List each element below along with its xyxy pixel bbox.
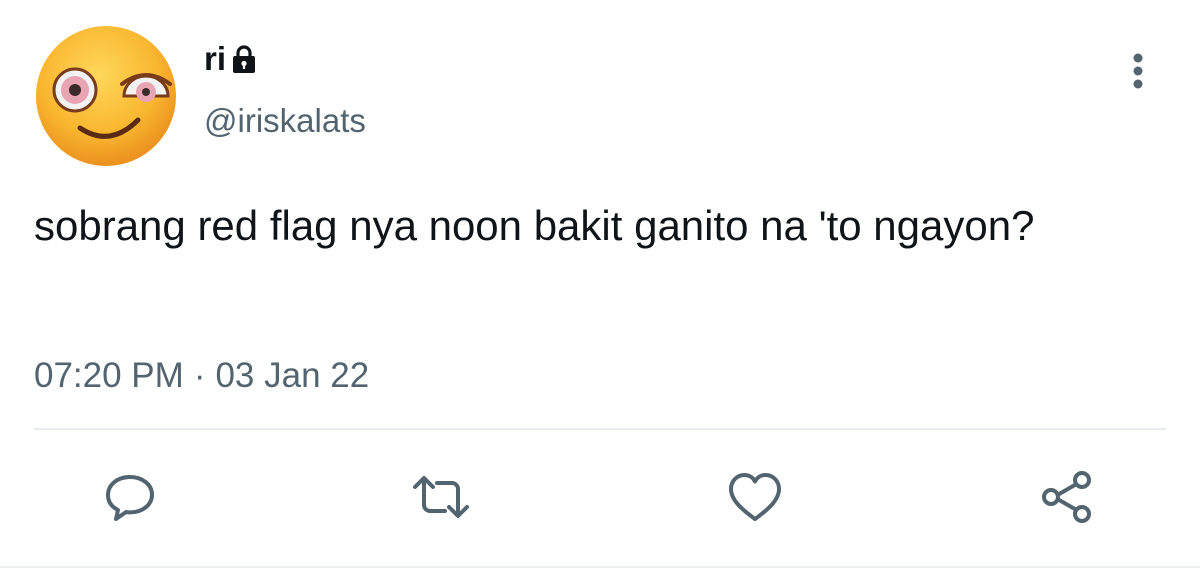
retweet-arrows-icon [413, 476, 469, 518]
avatar[interactable] [34, 24, 178, 168]
heart-icon [729, 473, 781, 521]
lock-icon [233, 45, 256, 73]
user-handle[interactable]: @iriskalats [204, 102, 366, 140]
display-name[interactable]: ri [204, 40, 226, 78]
tweet-text: sobrang red flag nya noon bakit ganito n… [34, 202, 1035, 249]
retweet-button[interactable] [406, 462, 476, 532]
share-button[interactable] [1032, 462, 1102, 532]
more-options-button[interactable] [1118, 48, 1158, 94]
vertical-ellipsis-icon [1133, 53, 1143, 89]
tweet-date: 03 Jan 22 [215, 356, 370, 395]
tweet-time: 07:20 PM [34, 356, 184, 395]
like-button[interactable] [720, 462, 790, 532]
share-nodes-icon [1042, 471, 1091, 523]
tweet-timestamp[interactable]: 07:20 PM · 03 Jan 22 [34, 352, 369, 400]
meta-separator: · [193, 356, 206, 395]
display-name-row: ri [204, 38, 258, 80]
reply-button[interactable] [95, 462, 165, 532]
bottom-divider [0, 566, 1200, 568]
action-bar [0, 462, 1200, 532]
divider [34, 428, 1166, 430]
speech-bubble-icon [106, 475, 154, 521]
tweet-card: ri @iriskalats sobrang red flag nya noon… [0, 0, 1200, 583]
